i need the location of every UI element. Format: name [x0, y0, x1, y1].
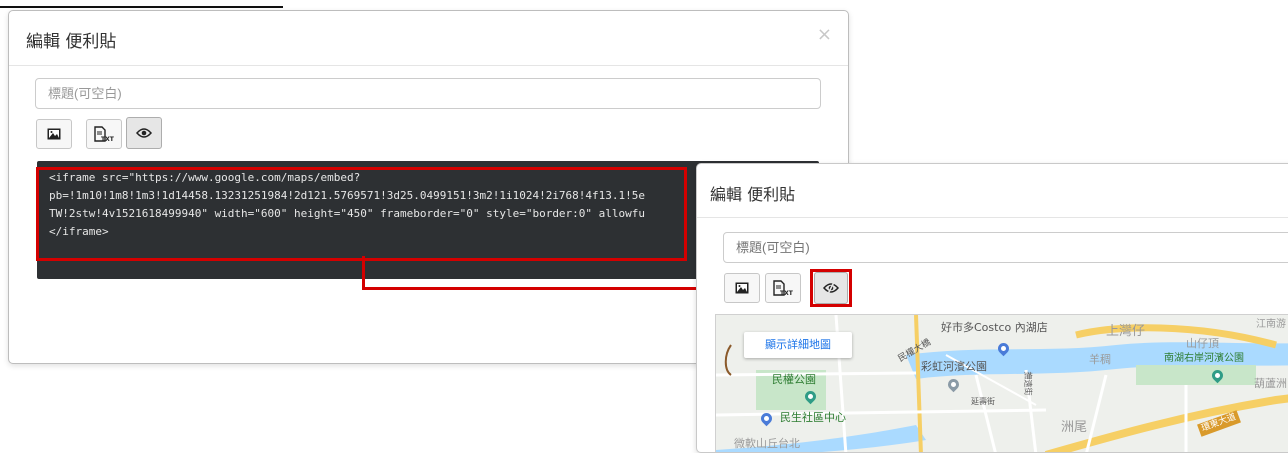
close-icon[interactable]: × — [817, 24, 832, 45]
map-label: 南湖右岸河濱公園 — [1164, 353, 1244, 364]
txt-file-icon: TXT — [773, 280, 794, 296]
txt-file-icon: TXT — [94, 126, 115, 142]
top-underline — [0, 6, 283, 8]
map-label: 延壽街 — [971, 397, 995, 406]
code-line: <iframe src="https://www.google.com/maps… — [49, 171, 361, 184]
map-label: 上灣仔 — [1106, 324, 1146, 339]
image-icon — [47, 128, 61, 140]
map-label: 羊稠 — [1089, 353, 1111, 366]
insert-image-button[interactable] — [36, 119, 72, 149]
modal-title: 編輯 便利貼 — [26, 32, 117, 52]
preview-toggle-button[interactable] — [814, 272, 848, 304]
svg-text:TXT: TXT — [780, 290, 794, 296]
map-embed[interactable]: 顯示詳細地圖 好市多Costco 內湖店 上灣仔 山仔頂 南湖右岸河濱公園 羊稠… — [715, 314, 1288, 452]
insert-txt-button[interactable]: TXT — [765, 273, 801, 303]
map-label: 撫遠街 — [1023, 371, 1033, 396]
map-label: 彩虹河濱公園 — [921, 360, 987, 373]
map-label: 葫蘆洲 — [1254, 377, 1287, 390]
code-eye-icon — [823, 282, 839, 294]
modal-title: 編輯 便利貼 — [710, 185, 796, 204]
modal-header: 編輯 便利貼 × — [9, 11, 848, 66]
title-input[interactable] — [35, 78, 821, 109]
image-icon — [735, 282, 749, 294]
map-label: 微軟山丘台北 — [734, 437, 800, 450]
map-label: 民生社區中心 — [780, 411, 846, 424]
title-input[interactable] — [723, 232, 1288, 263]
connector-line — [362, 256, 365, 290]
map-label: 民權公園 — [772, 373, 816, 386]
insert-txt-button[interactable]: TXT — [86, 119, 122, 149]
code-line: pb=!1m10!1m8!1m3!1d14458.13231251984!2d1… — [49, 189, 646, 202]
map-label: 好市多Costco 內湖店 — [941, 321, 1048, 334]
map-label: 山仔頂 — [1186, 337, 1219, 350]
preview-toggle-button[interactable] — [126, 117, 162, 149]
code-line: </iframe> — [49, 225, 109, 238]
view-larger-map-button[interactable]: 顯示詳細地圖 — [744, 332, 852, 358]
insert-image-button[interactable] — [724, 273, 760, 303]
eye-icon — [136, 128, 152, 138]
map-label: 江南游 — [1256, 319, 1286, 330]
map-label: 洲尾 — [1061, 420, 1088, 435]
svg-text:TXT: TXT — [101, 136, 115, 142]
modal-header: 編輯 便利貼 — [697, 164, 1288, 218]
sticky-note-editor-preview: 編輯 便利貼 TXT — [696, 163, 1288, 453]
code-line: TW!2stw!4v1521618499940" width="600" hei… — [49, 207, 646, 220]
